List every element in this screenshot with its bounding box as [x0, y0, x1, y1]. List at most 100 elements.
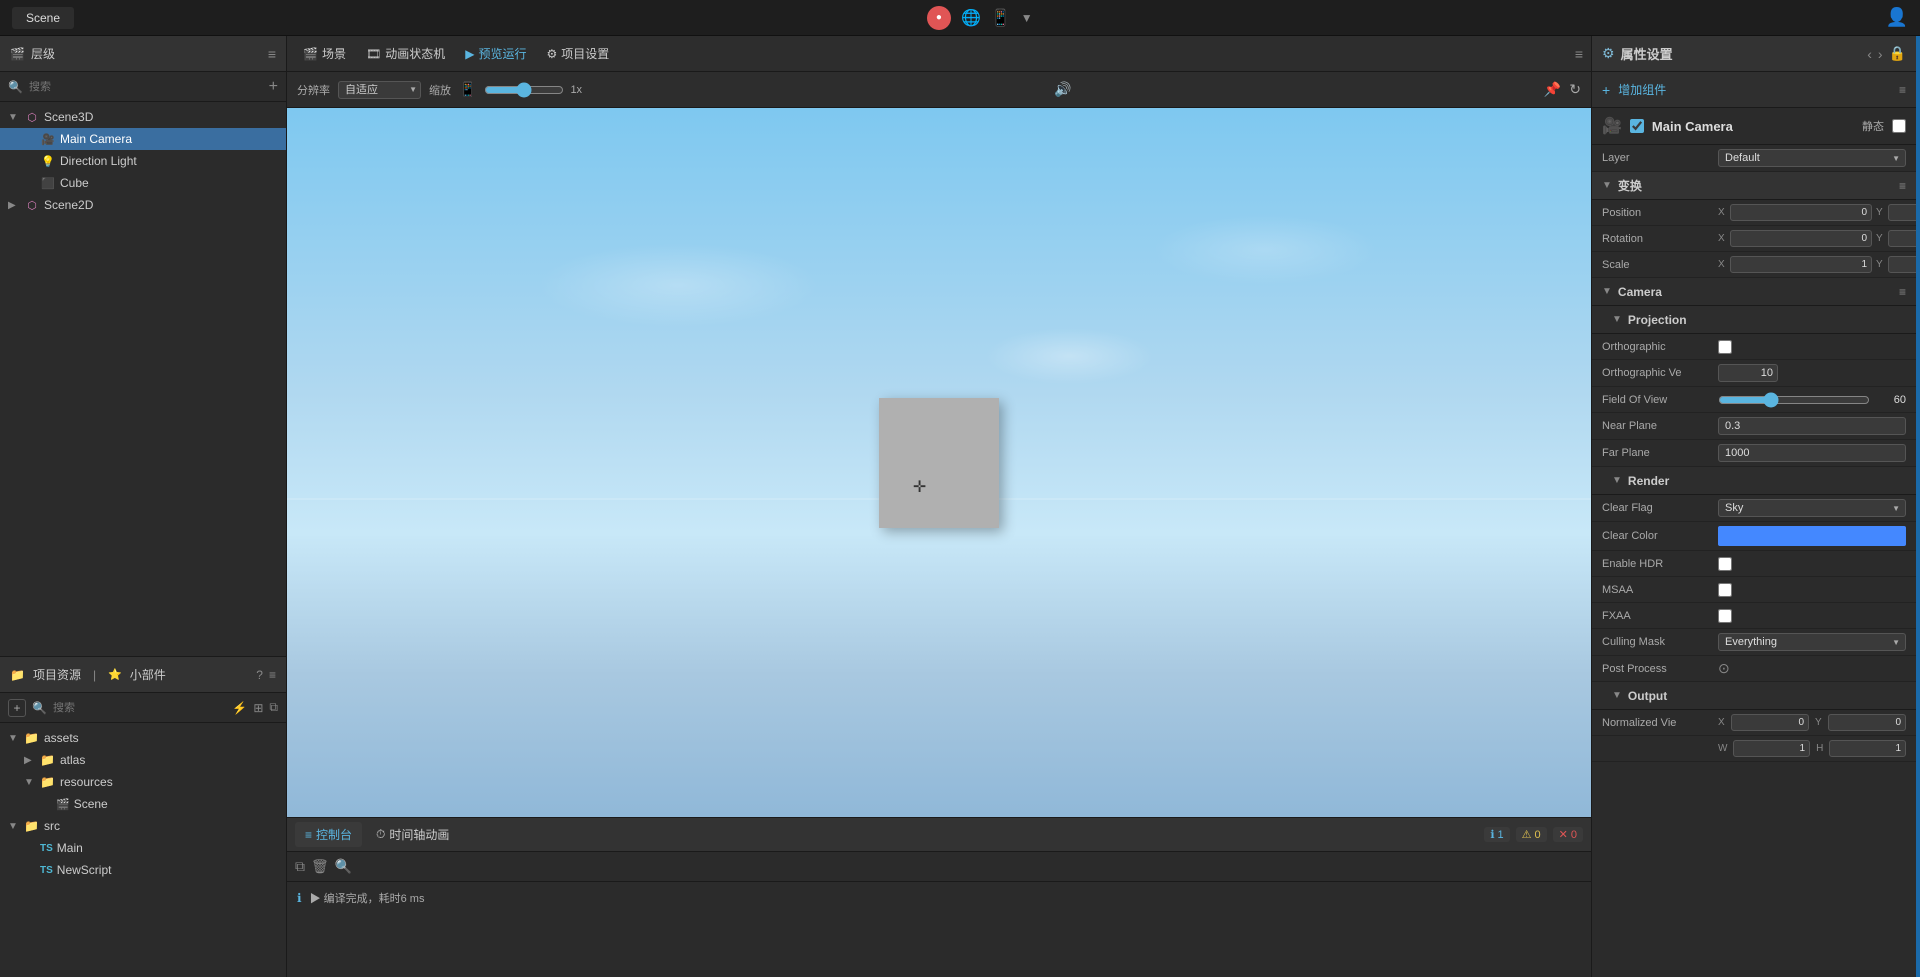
near-plane-input[interactable] — [1718, 417, 1906, 435]
folder-atlas[interactable]: ▶ 📁 atlas — [0, 749, 286, 771]
position-y-input[interactable] — [1888, 204, 1916, 221]
project-panel: 📁 项目资源 | ⭐ 小部件 ? ≡ + 🔍 ⚡ ⊞ ⧉ — [0, 657, 286, 977]
nav-next-icon[interactable]: › — [1878, 46, 1883, 62]
tree-item-main-camera[interactable]: 🎥 Main Camera — [0, 128, 286, 150]
projection-section-header[interactable]: ▼ Projection — [1592, 306, 1916, 334]
view-icon[interactable]: ⊞ — [253, 701, 263, 715]
user-icon[interactable]: 👤 — [1886, 7, 1908, 28]
main-layout: 🎬 层级 ≡ 🔍 + ▼ ⬡ Scene3D 🎥 — [0, 36, 1920, 977]
fxaa-checkbox[interactable] — [1718, 609, 1732, 623]
assets-folder-icon: 📁 — [24, 731, 40, 745]
scale-y-field: Y — [1876, 256, 1916, 273]
normalized-y-input[interactable] — [1828, 714, 1906, 731]
static-checkbox[interactable] — [1892, 119, 1906, 133]
project-help-icon[interactable]: ? — [256, 668, 263, 682]
tree-item-direction-light[interactable]: 💡 Direction Light — [0, 150, 286, 172]
toolbar-animation-btn[interactable]: 🎞 动画状态机 — [358, 41, 453, 66]
far-plane-input[interactable] — [1718, 444, 1906, 462]
tree-item-scene2d[interactable]: ▶ ⬡ Scene2D — [0, 194, 286, 216]
resources-folder-icon: 📁 — [40, 775, 56, 789]
title-bar: Scene ● 🌐 📱 ▼ 👤 — [0, 0, 1920, 36]
nav-prev-icon[interactable]: ‹ — [1867, 46, 1872, 62]
nav-lock-icon[interactable]: 🔒 — [1889, 45, 1906, 62]
tree-item-cube[interactable]: ⬛ Cube — [0, 172, 286, 194]
file-scene[interactable]: 🎬 Scene — [0, 793, 286, 815]
clear-color-swatch[interactable] — [1718, 526, 1906, 546]
transform-menu[interactable]: ≡ — [1899, 179, 1906, 193]
hierarchy-add-icon[interactable]: + — [269, 78, 278, 96]
project-menu-icon[interactable]: ≡ — [269, 668, 276, 682]
project-add-button[interactable]: + — [8, 699, 26, 717]
project-tree: ▼ 📁 assets ▶ 📁 atlas ▼ 📁 resources — [0, 723, 286, 977]
culling-mask-select[interactable]: Everything Nothing Default — [1718, 633, 1906, 651]
orthographic-v-input[interactable] — [1718, 364, 1778, 382]
scene-tab[interactable]: Scene — [12, 7, 74, 29]
add-component-label[interactable]: 增加组件 — [1618, 81, 1666, 98]
tree-item-scene3d[interactable]: ▼ ⬡ Scene3D — [0, 106, 286, 128]
zoom-slider[interactable] — [484, 82, 564, 98]
globe-icon[interactable]: 🌐 — [961, 8, 981, 28]
volume-icon[interactable]: 🔊 — [1054, 81, 1071, 98]
clear-flag-select[interactable]: Sky Solid Color Depth Nothing — [1718, 499, 1906, 517]
console-search-icon[interactable]: 🔍 — [335, 858, 352, 875]
render-section-header[interactable]: ▼ Render — [1592, 467, 1916, 495]
hierarchy-menu-icon[interactable]: ≡ — [268, 46, 276, 62]
scene2d-icon: ⬡ — [24, 197, 40, 213]
file-newscript[interactable]: TS NewScript — [0, 859, 286, 881]
folder-src[interactable]: ▼ 📁 src — [0, 815, 286, 837]
toolbar-menu-icon[interactable]: ≡ — [1575, 46, 1583, 62]
rotation-y-input[interactable] — [1888, 230, 1916, 247]
layer-row: Layer Default UI — [1592, 145, 1916, 172]
pin-icon[interactable]: 📌 — [1544, 81, 1561, 98]
toolbar-scene-btn[interactable]: 🎬 场景 — [295, 41, 354, 66]
scale-y-input[interactable] — [1888, 256, 1916, 273]
component-header-menu[interactable]: ≡ — [1899, 83, 1906, 97]
post-process-icon[interactable]: ⊙ — [1718, 660, 1730, 677]
far-plane-label: Far Plane — [1602, 447, 1712, 459]
mobile-icon[interactable]: 📱 — [991, 8, 1011, 28]
camera-section-header[interactable]: ▼ Camera ≡ — [1592, 278, 1916, 306]
timeline-tab[interactable]: ⏱ 时间轴动画 — [366, 822, 459, 847]
console-tab[interactable]: ≡ 控制台 — [295, 822, 362, 847]
camera-section-menu[interactable]: ≡ — [1899, 285, 1906, 299]
record-button[interactable]: ● — [927, 6, 951, 30]
scale-x-input[interactable] — [1730, 256, 1872, 273]
project-search-input[interactable] — [53, 702, 226, 714]
msaa-checkbox[interactable] — [1718, 583, 1732, 597]
entity-checkbox[interactable] — [1630, 119, 1644, 133]
toolbar-preview-btn[interactable]: ▶ 预览运行 — [457, 41, 534, 66]
fov-slider[interactable] — [1718, 392, 1870, 408]
camera-section-arrow: ▼ — [1602, 286, 1612, 297]
file-main[interactable]: TS Main — [0, 837, 286, 859]
normalized-w-input[interactable] — [1733, 740, 1810, 757]
filter-icon[interactable]: ⚡ — [232, 701, 247, 715]
position-x-input[interactable] — [1730, 204, 1872, 221]
hierarchy-search-input[interactable] — [29, 81, 263, 93]
dropdown-icon[interactable]: ▼ — [1021, 11, 1033, 25]
console-delete-icon[interactable]: 🗑 — [311, 858, 329, 875]
orthographic-row: Orthographic — [1592, 334, 1916, 360]
folder-resources[interactable]: ▼ 📁 resources — [0, 771, 286, 793]
copy-icon[interactable]: ⧉ — [269, 700, 278, 715]
title-bar-center: ● 🌐 📱 ▼ — [927, 6, 1033, 30]
scale-label: Scale — [1602, 259, 1712, 271]
post-process-row: Post Process ⊙ — [1592, 656, 1916, 682]
scale-xyz: X Y Z — [1718, 256, 1916, 273]
refresh-icon[interactable]: ↻ — [1569, 81, 1581, 98]
console-copy-icon[interactable]: ⧉ — [295, 858, 305, 875]
normalized-x-input[interactable] — [1731, 714, 1809, 731]
project-search-icon: 🔍 — [32, 701, 47, 715]
rotation-x-input[interactable] — [1730, 230, 1872, 247]
title-bar-right: 👤 — [1886, 7, 1908, 28]
folder-assets[interactable]: ▼ 📁 assets — [0, 727, 286, 749]
orthographic-checkbox[interactable] — [1718, 340, 1732, 354]
enable-hdr-checkbox[interactable] — [1718, 557, 1732, 571]
output-section-header[interactable]: ▼ Output — [1592, 682, 1916, 710]
rotation-y-label: Y — [1876, 233, 1886, 244]
toolbar-project-btn[interactable]: ⚙ 项目设置 — [538, 41, 617, 66]
resolution-select[interactable]: 自适应 1280x720 1920x1080 — [338, 81, 421, 99]
normalized-h-input[interactable] — [1829, 740, 1906, 757]
atlas-folder-icon: 📁 — [40, 753, 56, 767]
transform-section-header[interactable]: ▼ 变换 ≡ — [1592, 172, 1916, 200]
layer-select[interactable]: Default UI — [1718, 149, 1906, 167]
